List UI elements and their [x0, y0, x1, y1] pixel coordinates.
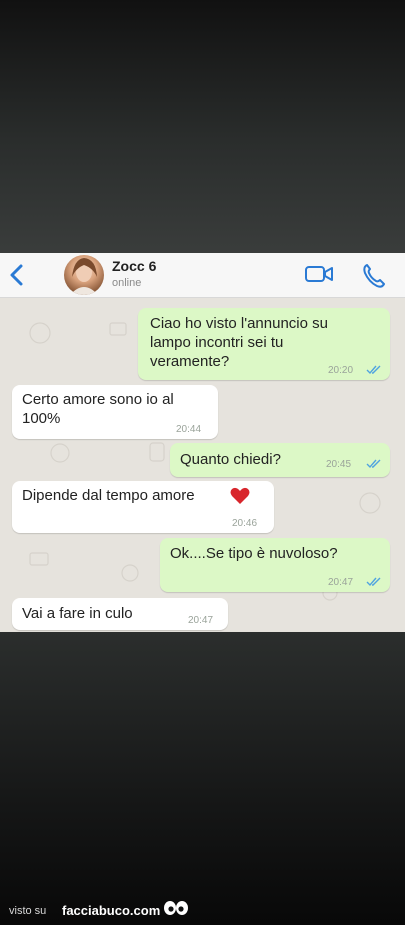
message-time: 20:44 — [176, 424, 202, 435]
contact-status: online — [112, 277, 142, 289]
contact-name[interactable]: Zocc 6 — [112, 258, 156, 274]
message-bubble-incoming[interactable]: Vai a fare in culo 20:47 — [12, 598, 228, 630]
footer-prefix: visto su — [9, 905, 47, 917]
photo-background-bottom — [0, 632, 405, 925]
message-text: Quanto chiedi? — [180, 451, 281, 468]
message-time: 20:46 — [232, 518, 258, 529]
footer-brand[interactable]: facciabuco.com — [62, 903, 160, 918]
message-text: Vai a fare in culo — [22, 605, 133, 622]
chat-screen: Zocc 6 online Ciao ho visto l'annuncio s… — [0, 253, 405, 632]
back-arrow-icon[interactable] — [6, 260, 26, 290]
red-heart-icon — [230, 487, 250, 504]
message-text: Dipende dal tempo amore — [22, 487, 195, 504]
message-time: 20:20 — [328, 365, 354, 376]
message-text: 100% — [22, 410, 61, 427]
message-text: lampo incontri sei tu — [150, 334, 284, 351]
message-text: Ok....Se tipo è nuvoloso? — [170, 545, 338, 562]
message-bubble-incoming[interactable]: Dipende dal tempo amore 20:46 — [12, 481, 274, 533]
message-time: 20:47 — [188, 615, 214, 626]
message-text: Ciao ho visto l'annuncio su — [150, 315, 328, 332]
video-call-icon[interactable] — [304, 263, 334, 285]
chat-header: Zocc 6 online — [0, 253, 405, 298]
message-time: 20:45 — [326, 459, 352, 470]
read-ticks-icon — [366, 459, 381, 469]
phone-call-icon[interactable] — [360, 261, 388, 289]
message-text: veramente? — [150, 353, 230, 370]
message-time: 20:47 — [328, 577, 354, 588]
read-ticks-icon — [366, 577, 381, 587]
photo-background-top — [0, 0, 405, 255]
message-bubble-incoming[interactable]: Certo amore sono io al 100% 20:44 — [12, 385, 218, 439]
eyes-logo-icon — [164, 901, 188, 915]
message-bubble-outgoing[interactable]: Ciao ho visto l'annuncio su lampo incont… — [138, 308, 390, 380]
avatar-photo-icon — [70, 258, 98, 295]
message-bubble-outgoing[interactable]: Ok....Se tipo è nuvoloso? 20:47 — [160, 538, 390, 592]
message-text: Certo amore sono io al — [22, 391, 174, 408]
read-ticks-icon — [366, 365, 381, 375]
message-bubble-outgoing[interactable]: Quanto chiedi? 20:45 — [170, 443, 390, 477]
contact-avatar[interactable] — [64, 255, 104, 295]
